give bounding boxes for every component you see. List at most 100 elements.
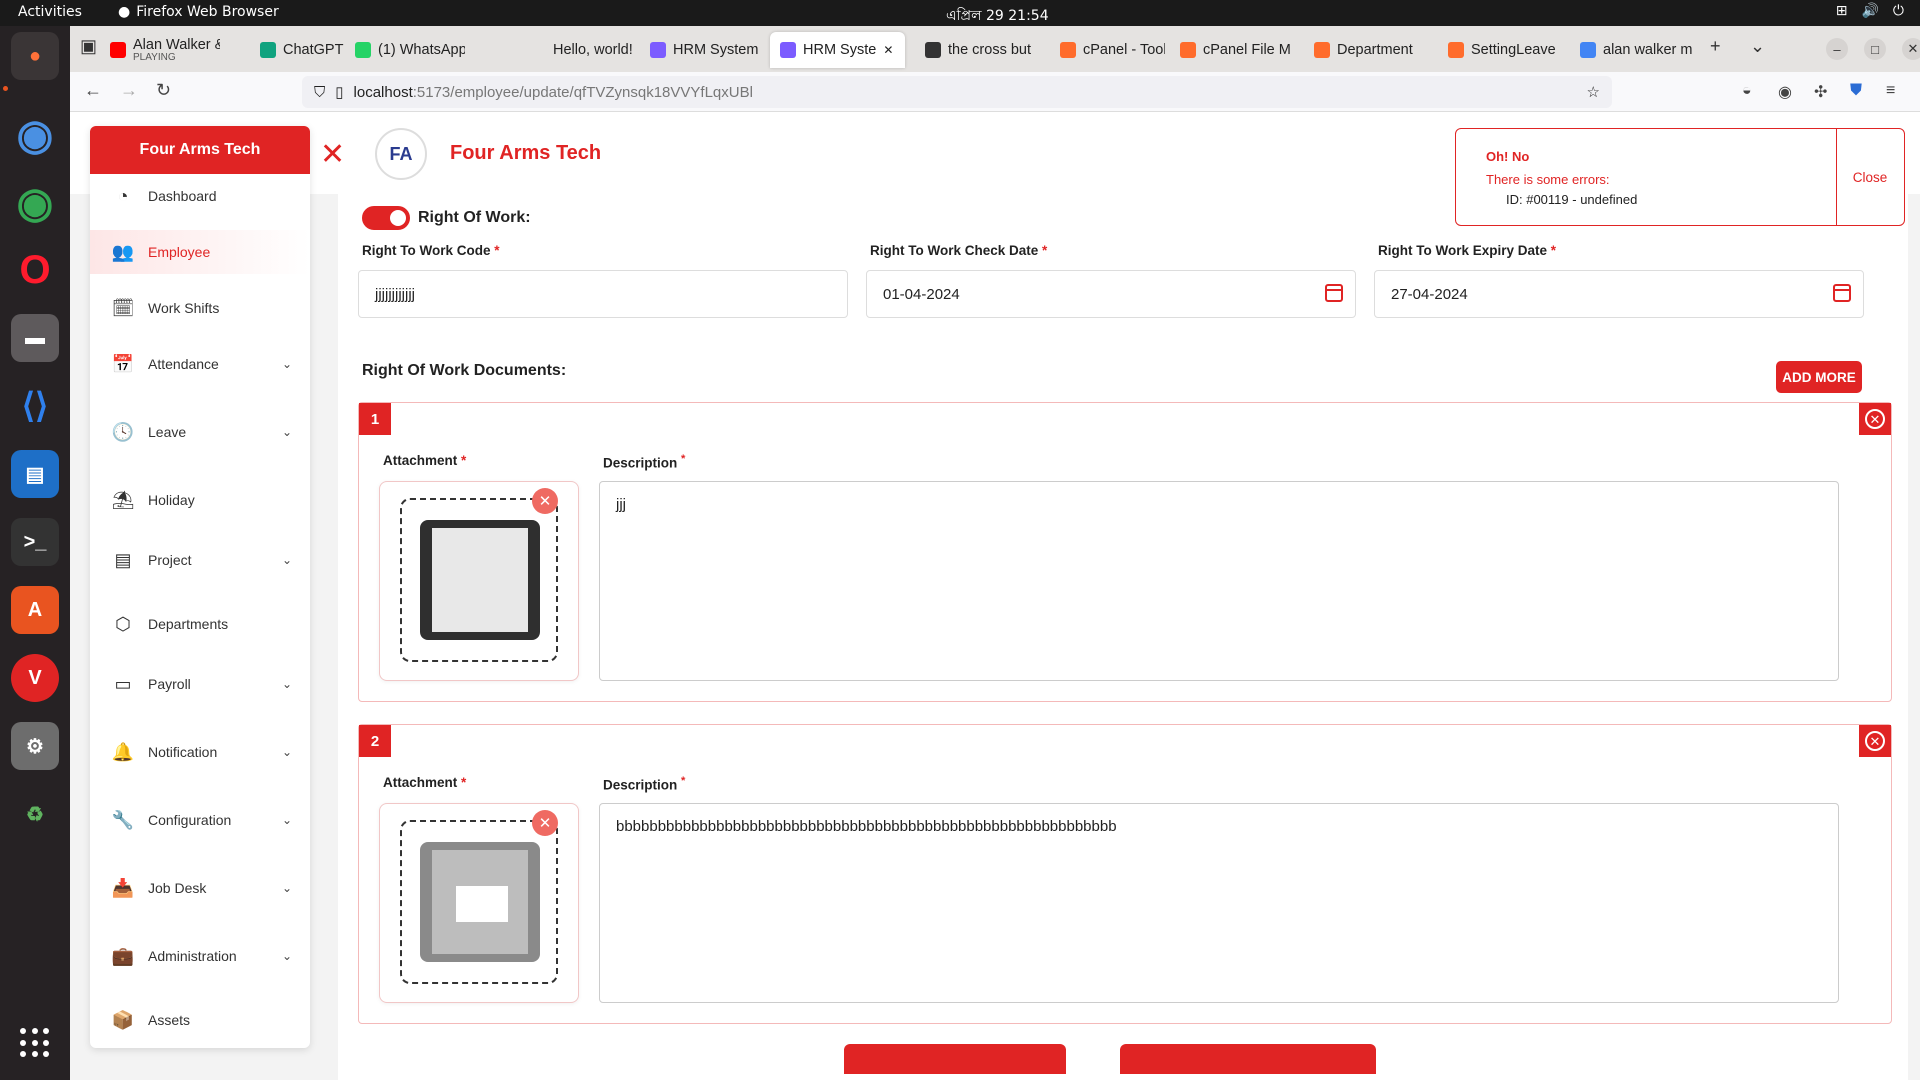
description-textarea[interactable]: jjj [599,481,1839,681]
browser-tab[interactable]: cPanel - Tools [1050,32,1165,68]
maximize-button[interactable]: □ [1864,38,1886,60]
forward-icon[interactable]: → [120,80,138,101]
expiry-date-input[interactable]: 27-04-2024 [1374,270,1864,318]
calendar-icon[interactable] [1325,284,1343,302]
tab-label: HRM Syste [803,42,877,58]
shield-extension-icon[interactable]: ⛊ [1850,82,1862,100]
settings-dock-icon[interactable]: ⚙ [11,722,59,770]
sidebar-title: Four Arms Tech [90,126,310,174]
sidebar-item-payroll[interactable]: ▭ Payroll ⌄ [90,662,310,706]
chevron-down-icon[interactable]: ⌄ [282,813,292,827]
browser-tab[interactable]: Alan Walker & PLAYING [100,32,220,68]
browser-tab[interactable]: alan walker m [1570,32,1695,68]
browser-tab[interactable]: Department [1304,32,1429,68]
new-tab-button[interactable]: + [1710,36,1721,57]
right-of-work-toggle[interactable] [362,206,410,230]
attachment-box[interactable]: ✕ [379,803,579,1003]
chevron-down-icon[interactable]: ⌄ [282,881,292,895]
attachment-dropzone[interactable]: ✕ [400,810,558,984]
beach-icon: ⛱ [111,489,135,510]
close-circle-icon: ✕ [1865,409,1885,429]
writer-dock-icon[interactable]: ▤ [11,450,59,498]
sidebar-item-project[interactable]: ▤ Project ⌄ [90,538,310,582]
sidebar-item-notification[interactable]: 🔔 Notification ⌄ [90,730,310,774]
app-center-dock-icon[interactable]: A [11,586,59,634]
calendar-icon[interactable] [1833,284,1851,302]
close-tab-icon[interactable]: ✕ [883,43,893,57]
show-apps-icon[interactable] [20,1028,50,1058]
attachment-dropzone[interactable]: ✕ [400,488,558,662]
sidebar-item-label: Notification [148,744,218,760]
sidebar-item-attendance[interactable]: 📅 Attendance ⌄ [90,342,310,386]
vscode-dock-icon[interactable]: ⟨⟩ [11,382,59,430]
remove-attachment-icon[interactable]: ✕ [532,810,558,836]
right-to-work-code-input[interactable]: jjjjjjjjjjjj [358,270,848,318]
remove-document-button[interactable]: ✕ [1859,403,1891,435]
tab-overview-icon[interactable]: ▣ [80,36,97,57]
sidebar-item-work-shifts[interactable]: 🗓 Work Shifts [90,286,310,330]
menu-icon[interactable]: ≡ [1886,82,1895,100]
sidebar-item-employee[interactable]: 👥 Employee [90,230,310,274]
bookmark-star-icon[interactable]: ☆ [1587,83,1600,101]
chevron-down-icon[interactable]: ⌄ [282,677,292,691]
pocket-icon[interactable]: ◒ [1742,82,1752,100]
browser-tab[interactable]: HRM System [640,32,765,68]
chrome-dock-icon[interactable]: ◉ [11,178,59,226]
bell-icon: 🔔 [111,741,135,762]
chevron-down-icon[interactable]: ⌄ [282,553,292,567]
web-page: Four Arms Tech ◔ Dashboard 👥 Employee 🗓 Work … [70,112,1920,1080]
browser-tab[interactable]: cPanel File M [1170,32,1295,68]
check-date-input[interactable]: 01-04-2024 [866,270,1356,318]
action-button-right[interactable] [1120,1044,1376,1074]
remove-attachment-icon[interactable]: ✕ [532,488,558,514]
chromium-dock-icon[interactable]: ◉ [11,110,59,158]
terminal-dock-icon[interactable]: >_ [11,518,59,566]
action-button-left[interactable] [844,1044,1066,1074]
minimize-button[interactable]: – [1826,38,1848,60]
browser-tab[interactable]: (1) WhatsApp [345,32,465,68]
sidebar-item-departments[interactable]: ⬡ Departments [90,602,310,646]
chevron-down-icon[interactable]: ⌄ [282,425,292,439]
attachment-box[interactable]: ✕ [379,481,579,681]
browser-tab[interactable]: the cross but [915,32,1040,68]
trash-dock-icon[interactable]: ♻ [11,790,59,838]
sidebar-item-administration[interactable]: 💼 Administration ⌄ [90,934,310,978]
back-icon[interactable]: ← [84,80,102,101]
sidebar-item-leave[interactable]: 🕓 Leave ⌄ [90,410,310,454]
sidebar-item-assets[interactable]: 📦 Assets [90,998,310,1042]
toast-close-button[interactable]: Close [1836,129,1904,225]
toast-title: Oh! No [1486,149,1530,164]
close-window-button[interactable]: ✕ [1902,38,1920,60]
browser-tab[interactable]: SettingLeave [1438,32,1563,68]
cpanel-icon [1060,42,1076,58]
chevron-down-icon[interactable]: ⌄ [282,745,292,759]
inbox-icon: 📥 [111,877,135,898]
chevron-down-icon[interactable]: ⌄ [282,949,292,963]
browser-tab[interactable]: HRM Syste ✕ [770,32,905,68]
opera-dock-icon[interactable]: O [11,246,59,294]
description-textarea[interactable]: bbbbbbbbbbbbbbbbbbbbbbbbbbbbbbbbbbbbbbbb… [599,803,1839,1003]
sidebar-item-holiday[interactable]: ⛱ Holiday [90,478,310,522]
browser-tab[interactable]: Hello, world! [520,32,635,68]
account-icon[interactable]: ◉ [1778,82,1792,102]
remove-document-button[interactable]: ✕ [1859,725,1891,757]
files-dock-icon[interactable]: ▬ [11,314,59,362]
reload-icon[interactable]: ↻ [156,80,171,101]
app-menu[interactable]: ● Firefox Web Browser [118,4,279,20]
clock[interactable]: এপ্রিল 29 21:54 [946,4,1049,28]
add-more-button[interactable]: ADD MORE [1776,361,1862,393]
close-sidebar-icon[interactable]: ✕ [320,140,345,170]
sidebar-item-dashboard[interactable]: ◔ Dashboard [90,174,310,218]
browser-tab[interactable]: ChatGPT [250,32,345,68]
system-tray[interactable]: ⊞ 🔊 ⏻ [1836,3,1904,19]
vivaldi-dock-icon[interactable]: V [11,654,59,702]
extensions-icon[interactable]: ✣ [1814,82,1827,102]
sidebar-item-configuration[interactable]: 🔧 Configuration ⌄ [90,798,310,842]
firefox-dock-icon[interactable]: ● [11,32,59,80]
url-bar[interactable]: ⛉ ▯ localhost:5173/employee/update/qfTVZ… [302,76,1612,108]
activities-button[interactable]: Activities [18,4,82,20]
tab-list-icon[interactable]: ⌄ [1750,36,1765,57]
tab-label: Alan Walker & [133,37,220,53]
chevron-down-icon[interactable]: ⌄ [282,357,292,371]
sidebar-item-job-desk[interactable]: 📥 Job Desk ⌄ [90,866,310,910]
